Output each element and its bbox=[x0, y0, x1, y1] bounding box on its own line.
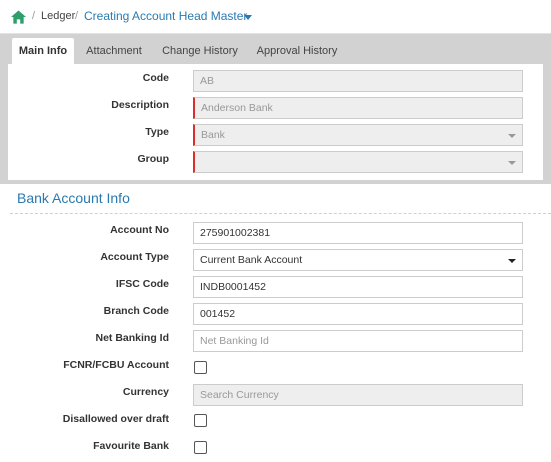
net-banking-id-label: Net Banking Id bbox=[95, 332, 169, 344]
disallowed-over-draft-checkbox[interactable] bbox=[194, 414, 207, 427]
currency-placeholder: Search Currency bbox=[200, 389, 279, 401]
net-banking-id-input[interactable]: Net Banking Id bbox=[193, 330, 523, 352]
section-divider bbox=[0, 180, 551, 184]
left-border-strip bbox=[0, 34, 8, 180]
branch-code-value: 001452 bbox=[200, 308, 236, 320]
chevron-down-icon[interactable] bbox=[244, 15, 252, 20]
ifsc-code-label: IFSC Code bbox=[115, 278, 169, 290]
group-label: Group bbox=[137, 153, 170, 165]
breadcrumb: / Ledger / Creating Account Head Master bbox=[0, 0, 551, 34]
breadcrumb-current-page[interactable]: Creating Account Head Master bbox=[84, 9, 247, 23]
fcnr-fcbu-account-label: FCNR/FCBU Account bbox=[63, 359, 169, 371]
type-value: Bank bbox=[201, 129, 225, 141]
tab-attachment[interactable]: Attachment bbox=[80, 38, 148, 64]
branch-code-label: Branch Code bbox=[103, 305, 169, 317]
breadcrumb-separator: / bbox=[32, 10, 36, 22]
type-label: Type bbox=[145, 126, 169, 138]
right-border-strip bbox=[543, 64, 551, 180]
currency-label: Currency bbox=[122, 386, 169, 398]
breadcrumb-ledger[interactable]: Ledger bbox=[41, 10, 75, 22]
account-no-value: 275901002381 bbox=[200, 227, 271, 239]
account-type-label: Account Type bbox=[100, 251, 169, 263]
account-type-select[interactable]: Current Bank Account bbox=[193, 249, 523, 271]
tab-main-info[interactable]: Main Info bbox=[12, 38, 74, 64]
code-field: AB bbox=[193, 70, 523, 92]
branch-code-input[interactable]: 001452 bbox=[193, 303, 523, 325]
chevron-down-icon bbox=[508, 134, 516, 138]
currency-search-input[interactable]: Search Currency bbox=[193, 384, 523, 406]
favourite-bank-label: Favourite Bank bbox=[93, 440, 169, 452]
description-value: Anderson Bank bbox=[201, 102, 273, 114]
breadcrumb-separator: / bbox=[75, 10, 79, 22]
disallowed-over-draft-label: Disallowed over draft bbox=[62, 413, 169, 425]
group-select[interactable] bbox=[193, 151, 523, 173]
description-field[interactable]: Anderson Bank bbox=[193, 97, 523, 119]
account-type-value: Current Bank Account bbox=[200, 254, 303, 266]
code-label: Code bbox=[142, 72, 169, 84]
tab-change-history[interactable]: Change History bbox=[155, 38, 245, 64]
net-banking-id-placeholder: Net Banking Id bbox=[200, 335, 269, 347]
code-value: AB bbox=[200, 75, 215, 87]
fcnr-fcbu-account-checkbox[interactable] bbox=[194, 361, 207, 374]
favourite-bank-checkbox[interactable] bbox=[194, 441, 207, 454]
section-rule bbox=[10, 213, 551, 214]
account-no-input[interactable]: 275901002381 bbox=[193, 222, 523, 244]
account-no-label: Account No bbox=[110, 224, 169, 236]
home-icon[interactable] bbox=[11, 10, 26, 24]
section-title-bank-account-info: Bank Account Info bbox=[17, 190, 130, 206]
ifsc-code-input[interactable]: INDB0001452 bbox=[193, 276, 523, 298]
ifsc-code-value: INDB0001452 bbox=[200, 281, 266, 293]
tab-approval-history[interactable]: Approval History bbox=[250, 38, 344, 64]
type-select[interactable]: Bank bbox=[193, 124, 523, 146]
chevron-down-icon bbox=[508, 161, 516, 165]
chevron-down-icon bbox=[508, 259, 516, 263]
description-label: Description bbox=[111, 99, 169, 111]
